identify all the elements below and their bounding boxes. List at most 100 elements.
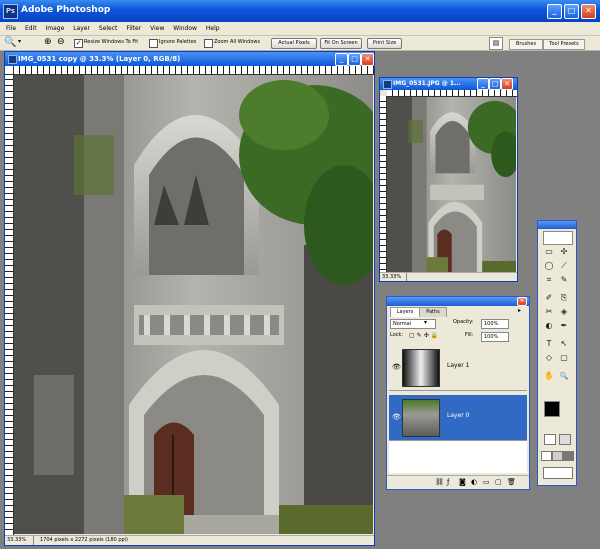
lasso-tool-icon[interactable]: ◯ xyxy=(544,261,554,271)
main-doc-minimize-button[interactable]: _ xyxy=(335,53,348,66)
magic-wand-tool-icon[interactable]: ⟋ xyxy=(559,261,569,271)
folder-icon[interactable]: ▭ xyxy=(483,476,490,488)
screen-mode-standard-icon[interactable] xyxy=(541,451,552,461)
tab-tool-presets[interactable]: Tool Presets xyxy=(543,39,585,50)
close-button[interactable]: ✕ xyxy=(581,4,596,19)
brush-tool-icon[interactable]: ⎘ xyxy=(559,293,569,303)
toolbox-title-bar[interactable] xyxy=(538,221,576,229)
type-tool-icon[interactable]: T xyxy=(544,339,554,349)
actual-pixels-button[interactable]: Actual Pixels xyxy=(271,38,317,49)
layers-palette-close-button[interactable]: ✕ xyxy=(517,297,527,306)
menu-edit[interactable]: Edit xyxy=(25,22,37,35)
adjustment-icon[interactable]: ◐ xyxy=(471,476,477,488)
secondary-zoom-level[interactable]: 33.33% xyxy=(380,273,407,281)
layer-0-name[interactable]: Layer 0 xyxy=(447,412,469,419)
blend-mode-dropdown-icon[interactable]: ▾ xyxy=(424,319,427,326)
history-brush-tool-icon[interactable]: ◈ xyxy=(559,307,569,317)
crop-tool-icon[interactable]: ⌗ xyxy=(544,275,554,285)
main-document-window: IMG_0531 copy @ 33.3% (Layer 0, RGB/8) _… xyxy=(4,51,375,546)
menu-bar: File Edit Image Layer Select Filter View… xyxy=(0,22,600,36)
ignore-palettes-label: Ignore Palettes xyxy=(159,39,197,45)
quick-mask-mode-icon[interactable] xyxy=(559,434,571,445)
menu-help[interactable]: Help xyxy=(206,22,220,35)
tool-preset-dropdown-icon[interactable]: ▾ xyxy=(18,38,21,45)
shape-tool-icon[interactable]: ▢ xyxy=(559,353,569,363)
clone-stamp-tool-icon[interactable]: ✂ xyxy=(544,307,554,317)
zoom-tool-icon[interactable]: 🔍 xyxy=(559,371,569,381)
print-size-button[interactable]: Print Size xyxy=(367,38,402,49)
new-layer-icon[interactable]: ▢ xyxy=(495,476,502,488)
layers-palette-title-bar[interactable]: ✕ xyxy=(387,297,529,306)
main-doc-close-button[interactable]: ✕ xyxy=(361,53,374,66)
resize-windows-label: Resize Windows To Fit xyxy=(84,39,139,45)
pen-tool-icon[interactable]: ◇ xyxy=(544,353,554,363)
ignore-palettes-checkbox[interactable] xyxy=(149,39,158,48)
jump-to-imageready-icon[interactable] xyxy=(543,467,573,479)
screen-mode-full-icon[interactable] xyxy=(563,451,574,461)
gradient-tool-icon[interactable]: ✒ xyxy=(559,321,569,331)
secondary-doc-close-button[interactable]: ✕ xyxy=(501,78,513,90)
menu-file[interactable]: File xyxy=(6,22,16,35)
mask-icon[interactable]: ◙ xyxy=(459,476,466,488)
horizontal-ruler[interactable] xyxy=(14,66,374,75)
tab-paths[interactable]: Paths xyxy=(419,307,447,317)
foreground-color-swatch[interactable] xyxy=(544,401,560,417)
photoshop-logo-icon: Ps xyxy=(3,4,18,19)
blend-mode-select[interactable]: Normal xyxy=(390,319,436,329)
link-icon[interactable]: ⛓ xyxy=(435,476,444,488)
eraser-tool-icon[interactable]: ◐ xyxy=(544,321,554,331)
zoom-tool-icon[interactable]: 🔍 xyxy=(4,37,16,48)
menu-view[interactable]: View xyxy=(150,22,164,35)
trash-icon[interactable]: 🗑 xyxy=(507,476,516,488)
secondary-canvas-photo[interactable] xyxy=(387,97,516,272)
maximize-button[interactable]: □ xyxy=(564,4,579,19)
secondary-doc-maximize-button[interactable]: □ xyxy=(489,78,501,90)
toolbox-logo-icon[interactable] xyxy=(543,231,573,245)
marquee-tool-icon[interactable]: ▭ xyxy=(544,247,554,257)
fit-on-screen-button[interactable]: Fit On Screen xyxy=(320,38,362,49)
zoom-all-windows-checkbox[interactable] xyxy=(204,39,213,48)
eye-icon[interactable]: 👁 xyxy=(392,363,401,371)
menu-filter[interactable]: Filter xyxy=(126,22,141,35)
menu-image[interactable]: Image xyxy=(46,22,65,35)
main-doc-maximize-button[interactable]: □ xyxy=(348,53,361,66)
layer-row-0[interactable]: 👁 Layer 0 xyxy=(389,395,527,441)
main-document-title-bar[interactable]: IMG_0531 copy @ 33.3% (Layer 0, RGB/8) _… xyxy=(5,52,374,66)
opacity-input[interactable]: 100% xyxy=(481,319,509,329)
eye-icon[interactable]: 👁 xyxy=(392,413,401,421)
path-selection-tool-icon[interactable]: ↖ xyxy=(559,339,569,349)
menu-select[interactable]: Select xyxy=(99,22,118,35)
healing-brush-tool-icon[interactable]: ✐ xyxy=(544,293,554,303)
fill-input[interactable]: 100% xyxy=(481,332,509,342)
fx-icon[interactable]: ƒ xyxy=(447,476,449,488)
main-canvas-photo[interactable] xyxy=(14,75,373,534)
resize-windows-checkbox[interactable]: ✓ xyxy=(74,39,83,48)
layer-1-thumbnail xyxy=(402,349,440,387)
secondary-horizontal-ruler[interactable] xyxy=(387,90,517,97)
standard-mode-icon[interactable] xyxy=(544,434,556,445)
zoom-in-icon[interactable]: ⊕ xyxy=(44,37,52,47)
minimize-button[interactable]: _ xyxy=(547,4,562,19)
screen-mode-full-menu-icon[interactable] xyxy=(552,451,563,461)
lock-icons[interactable]: ▢✎✣🔒 xyxy=(409,332,440,339)
secondary-vertical-ruler[interactable] xyxy=(380,96,387,272)
layer-row-1[interactable]: 👁 Layer 1 xyxy=(389,345,527,391)
secondary-document-title-bar[interactable]: IMG_0531.JPG @ 1... _ □ ✕ xyxy=(380,78,517,90)
tab-layers[interactable]: Layers xyxy=(390,307,420,317)
slice-tool-icon[interactable]: ✎ xyxy=(559,275,569,285)
palette-well-icon[interactable]: ▤ xyxy=(489,37,503,50)
ruler-origin[interactable] xyxy=(5,66,14,75)
main-document-info[interactable]: 1704 pixels x 2272 pixels (180 ppi) xyxy=(34,537,128,543)
move-tool-icon[interactable]: ✣ xyxy=(559,247,569,257)
palette-menu-icon[interactable]: ▸ xyxy=(518,307,521,314)
vertical-ruler[interactable] xyxy=(5,74,14,535)
tab-brushes[interactable]: Brushes xyxy=(509,39,543,50)
layer-1-name[interactable]: Layer 1 xyxy=(447,362,469,369)
secondary-doc-minimize-button[interactable]: _ xyxy=(477,78,489,90)
menu-layer[interactable]: Layer xyxy=(73,22,90,35)
opacity-label: Opacity: xyxy=(453,319,474,325)
menu-window[interactable]: Window xyxy=(173,22,197,35)
zoom-out-icon[interactable]: ⊖ xyxy=(57,37,65,47)
hand-tool-icon[interactable]: ✋ xyxy=(544,371,554,381)
main-zoom-level[interactable]: 33.33% xyxy=(5,536,34,545)
